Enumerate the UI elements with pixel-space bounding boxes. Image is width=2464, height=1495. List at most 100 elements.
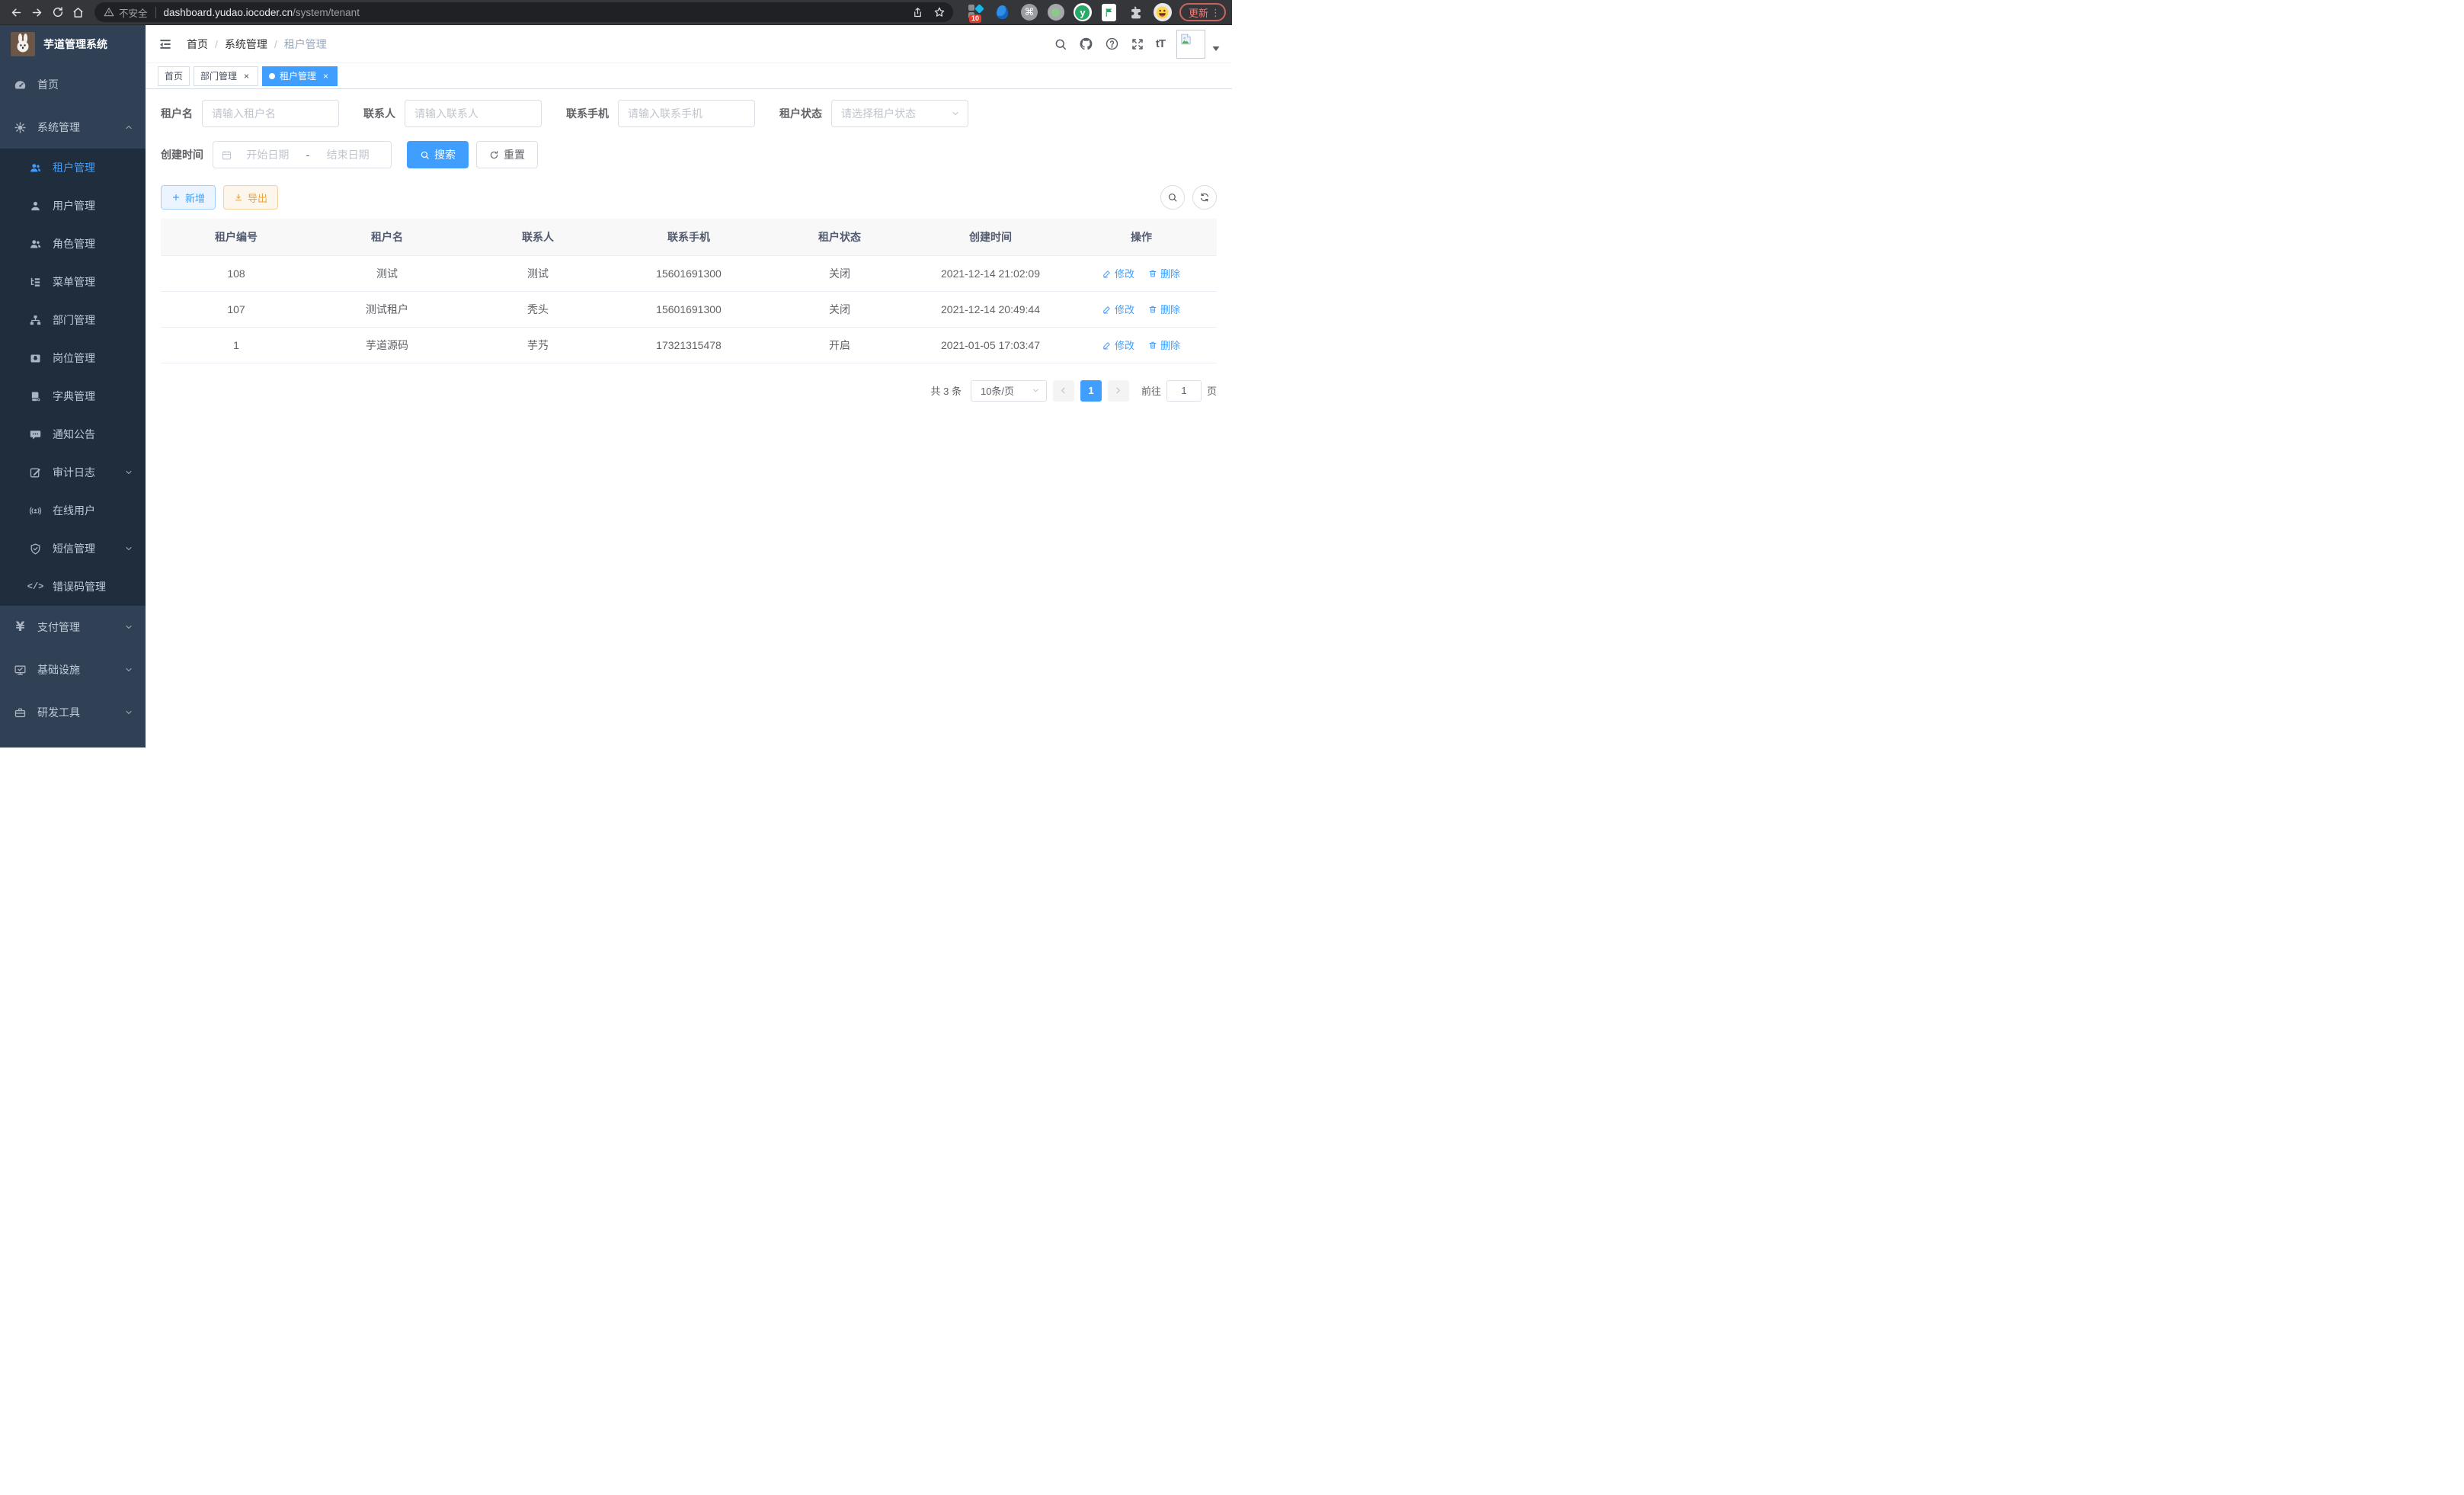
cell-contact: 芋艿 [462,327,613,363]
sidebar-item-role[interactable]: 角色管理 [0,225,146,263]
extension-command[interactable]: ⌘ [1020,3,1038,21]
user-avatar[interactable] [1176,30,1205,59]
sidebar-item-notice[interactable]: 通知公告 [0,415,146,453]
export-button[interactable]: 导出 [223,185,278,210]
extension-proxy[interactable]: 10 [967,3,985,21]
end-date-placeholder: 结束日期 [312,147,383,162]
browser-home-button[interactable] [68,2,88,23]
breadcrumb-system[interactable]: 系统管理 [225,37,267,52]
cell-actions: 修改删除 [1066,327,1217,363]
cell-tenant-id: 108 [161,255,312,291]
sidebar-item-home[interactable]: 首页 [0,63,146,106]
sidebar-item-label: 租户管理 [53,160,133,175]
delete-link[interactable]: 删除 [1148,338,1180,352]
sidebar-item-system[interactable]: 系统管理 [0,106,146,149]
mobile-input[interactable] [618,100,755,127]
toggle-search-button[interactable] [1160,185,1185,210]
col-mobile: 联系手机 [613,219,764,255]
add-button[interactable]: 新增 [161,185,216,210]
goto-page-input[interactable] [1166,380,1202,402]
page-1-button[interactable]: 1 [1080,380,1102,402]
edit-link[interactable]: 修改 [1102,266,1134,280]
profile-avatar[interactable] [1154,3,1172,21]
cell-created: 2021-12-14 20:49:44 [915,291,1066,327]
sidebar-collapse-button[interactable] [158,37,173,52]
prev-page-button[interactable] [1053,380,1074,402]
browser-back-button[interactable] [6,2,27,23]
status-select[interactable]: 请选择租户状态 [831,100,968,127]
org-chart-icon [29,314,42,327]
tab-dept[interactable]: 部门管理 × [194,66,258,86]
breadcrumb-home[interactable]: 首页 [187,37,208,52]
puzzle-icon [1128,5,1144,20]
flag-icon [1102,4,1116,21]
reset-button[interactable]: 重置 [476,141,538,168]
tenant-name-input[interactable] [202,100,339,127]
fullscreen-button[interactable] [1131,37,1144,51]
share-icon [912,7,923,18]
browser-forward-button[interactable] [27,2,47,23]
browser-menu-icon[interactable]: ⋮ [1211,8,1221,18]
edit-link[interactable]: 修改 [1102,338,1134,352]
user-menu-caret-icon[interactable] [1212,37,1220,52]
export-button-label: 导出 [248,190,267,205]
cell-actions: 修改删除 [1066,291,1217,327]
cell-contact: 测试 [462,255,613,291]
col-created: 创建时间 [915,219,1066,255]
roles-icon [29,238,42,251]
extension-flag[interactable] [1100,3,1118,21]
sidebar-logo-row[interactable]: 芋道管理系统 [0,25,146,63]
browser-reload-button[interactable] [47,2,68,23]
sidebar-item-dict[interactable]: 字典管理 [0,377,146,415]
table-header-row: 租户编号 租户名 联系人 联系手机 租户状态 创建时间 操作 [161,219,1217,255]
sidebar-item-dept[interactable]: 部门管理 [0,301,146,339]
tab-home[interactable]: 首页 [158,66,190,86]
bookmark-button[interactable] [930,3,949,21]
tab-tenant-active[interactable]: 租户管理 × [262,66,338,86]
page-size-select[interactable]: 10条/页 [971,380,1047,402]
chevron-down-icon [124,708,133,717]
omnibox-divider [155,7,156,18]
avatar-emoji-icon [1154,3,1172,21]
search-button[interactable]: 搜索 [407,141,469,168]
github-button[interactable] [1079,37,1093,51]
sidebar-item-user[interactable]: 用户管理 [0,187,146,225]
sidebar-item-error-code[interactable]: </> 错误码管理 [0,568,146,606]
extension-balloon[interactable] [994,3,1012,21]
font-size-button[interactable]: tT [1156,37,1165,50]
chevron-down-icon [1032,386,1040,395]
sidebar-item-payment[interactable]: ¥ 支付管理 [0,606,146,648]
help-button[interactable] [1105,37,1119,51]
sidebar-item-label: 菜单管理 [53,274,133,290]
contact-input[interactable] [405,100,542,127]
close-icon[interactable]: × [242,71,251,81]
extension-y-app[interactable]: y [1074,3,1092,21]
sidebar-item-online-users[interactable]: 在线用户 [0,491,146,530]
refresh-table-button[interactable] [1192,185,1217,210]
create-time-range-picker[interactable]: 开始日期 - 结束日期 [213,141,392,168]
close-icon[interactable]: × [321,71,331,81]
delete-link[interactable]: 删除 [1148,302,1180,316]
sidebar-item-sms[interactable]: 短信管理 [0,530,146,568]
extension-recorder[interactable] [1047,3,1065,21]
sidebar-item-label: 通知公告 [53,427,133,442]
cell-created: 2021-12-14 21:02:09 [915,255,1066,291]
browser-toolbar: 不安全 dashboard.yudao.iocoder.cn/system/te… [0,0,1232,25]
browser-update-button[interactable]: 更新 ⋮ [1179,3,1226,21]
toolbox-icon [14,706,27,719]
extension-puzzle[interactable] [1127,3,1145,21]
sidebar-item-post[interactable]: 岗位管理 [0,339,146,377]
header-search-button[interactable] [1054,37,1067,51]
mobile-label: 联系手机 [566,106,609,121]
sidebar-item-tenant[interactable]: 租户管理 [0,149,146,187]
sidebar-item-audit-log[interactable]: 审计日志 [0,453,146,491]
security-chip[interactable]: 不安全 [104,5,148,20]
share-button[interactable] [909,3,927,21]
delete-link[interactable]: 删除 [1148,266,1180,280]
edit-link[interactable]: 修改 [1102,302,1134,316]
sidebar-item-infra[interactable]: 基础设施 [0,648,146,691]
sidebar-item-dev-tools[interactable]: 研发工具 [0,691,146,734]
next-page-button[interactable] [1108,380,1129,402]
sidebar-item-menu[interactable]: 菜单管理 [0,263,146,301]
address-bar[interactable]: 不安全 dashboard.yudao.iocoder.cn/system/te… [94,2,953,22]
